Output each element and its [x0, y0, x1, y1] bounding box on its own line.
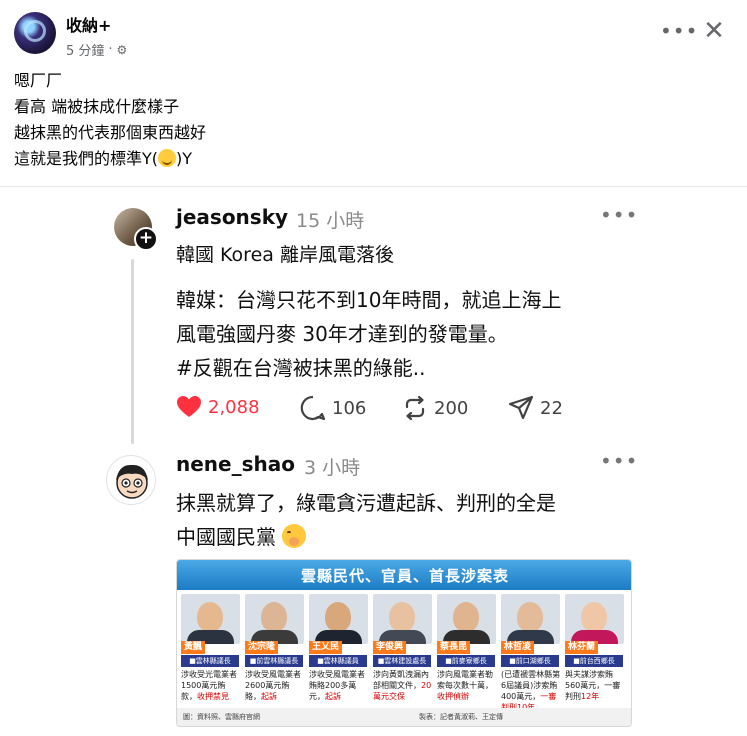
share-icon — [508, 395, 534, 420]
person-desc: 涉收受風電業者2600萬元賄賂，起訴 — [245, 670, 301, 701]
thread-text-line: 風電強國丹麥 30年才達到的發電量。 — [176, 322, 508, 346]
thread-text-line: #反觀在台灣被抹黑的綠能.. — [176, 356, 426, 380]
person-desc: 與夫謀涉索賄560萬元，一審判刑12年 — [565, 670, 621, 701]
person-card: 李俊興 ■雲林建設處長 涉向黃凱洩漏內部相關文件，20萬元交保 — [373, 594, 434, 702]
heart-icon — [177, 396, 201, 417]
thread-connector — [131, 259, 134, 444]
news-credit: 製表：記者黃淑莉、王定傳 — [419, 713, 503, 721]
reply-more-icon: ••• — [600, 449, 639, 473]
person-card: 沈宗隆 ■前雲林縣議長 涉收受風電業者2600萬元賄賂，起訴 — [245, 594, 306, 702]
author-avatar[interactable] — [14, 12, 56, 54]
more-icon[interactable]: ••• — [660, 18, 697, 46]
post-line: 看高 端被抹成什麼樣子 — [14, 97, 180, 116]
hush-emoji-icon — [282, 523, 306, 548]
reply-text-line: 抹黑就算了，綠電貪污遭起訴、判刑的全是 — [176, 491, 556, 515]
person-photo — [309, 594, 368, 644]
threads-screenshot[interactable]: + jeasonsky 15 小時 ••• 韓國 Korea 離岸風電落後 韓媒… — [0, 187, 747, 736]
news-source: 圖：資料照、雲縣府官網 — [183, 713, 260, 721]
reply-text-line: 中國國民黨 — [176, 521, 306, 550]
person-title: ■前台西鄉長 — [565, 655, 623, 667]
person-desc: 涉向風電業者勒索每次數十萬，收押偵辦 — [437, 670, 493, 701]
thread-username: jeasonsky — [176, 205, 289, 229]
thread-actions: 2,088 106 200 22 — [176, 395, 596, 423]
thread-time: 15 小時 — [296, 210, 365, 232]
cartoon-face-icon — [116, 464, 148, 499]
person-title: ■雲林建設處長 — [373, 655, 431, 667]
post-line: 嗯厂厂 — [14, 71, 63, 90]
person-card: 林芬蘭 ■前台西鄉長 與夫謀涉索賄560萬元，一審判刑12年 — [565, 594, 626, 702]
thread-text-line: 韓國 Korea 離岸風電落後 — [176, 244, 394, 266]
repost-icon — [405, 395, 425, 421]
comment-icon — [300, 395, 326, 421]
person-photo — [373, 594, 432, 644]
post-line: 越抹黑的代表那個東西越好 — [14, 123, 207, 142]
news-title: 雲縣民代、官員、首長涉案表 — [300, 567, 509, 585]
person-photo — [245, 594, 304, 644]
person-photo — [437, 594, 496, 644]
person-title: ■前麥寮鄉長 — [437, 655, 495, 667]
reply-avatar — [106, 455, 156, 505]
close-icon[interactable]: ✕ — [698, 16, 730, 48]
person-name: 李俊興 — [373, 641, 407, 654]
reply-count: 106 — [300, 395, 366, 421]
person-name: 蔡長昆 — [437, 641, 471, 654]
person-name: 林哲凌 — [501, 641, 535, 654]
news-footer: 圖：資料照、雲縣府官網 製表：記者黃淑莉、王定傳 — [177, 708, 631, 726]
person-title: ■雲林縣議長 — [181, 655, 239, 667]
person-card: 林哲凌 ■前口湖鄉長 (已遭褫雲林縣第6屆議員)涉索賄400萬元，一審判刑10年 — [501, 594, 562, 712]
person-desc: 涉向黃凱洩漏內部相關文件，20萬元交保 — [373, 670, 432, 701]
person-title: ■前雲林縣議長 — [245, 655, 303, 667]
like-count: 2,088 — [176, 395, 260, 419]
post-meta: 5 分鐘 · ⚙ — [66, 40, 128, 59]
person-title: ■前口湖鄉長 — [501, 655, 559, 667]
post-body: 嗯厂厂 看高 端被抹成什麼樣子 越抹黑的代表那個東西越好 這就是我們的標準Y()… — [14, 68, 734, 172]
person-photo — [181, 594, 240, 644]
person-card: 黃飄 ■雲林縣議長 涉收受光電業者1500萬元賄款，收押禁見 — [181, 594, 242, 702]
thread-text-line: 韓媒：台灣只花不到10年時間，就追上海上 — [176, 288, 562, 312]
share-count: 22 — [508, 395, 563, 421]
person-card: 王乂民 ■雲林縣議員 涉收受風電業者賄賂200多萬元，起訴 — [309, 594, 370, 702]
repost-count: 200 — [402, 395, 468, 421]
person-photo — [565, 594, 624, 644]
post-line-last: 這就是我們的標準Y()Y — [14, 149, 193, 168]
person-name: 沈宗隆 — [245, 641, 279, 654]
gear-icon[interactable]: ⚙ — [117, 43, 128, 57]
person-desc: (已遭褫雲林縣第6屆議員)涉索賄400萬元，一審判刑10年 — [501, 670, 561, 712]
person-name: 黃飄 — [181, 641, 206, 654]
post-header: 收納+ 5 分鐘 · ⚙ ••• ✕ — [0, 0, 747, 64]
person-desc: 涉收受風電業者賄賂200多萬元，起訴 — [309, 670, 365, 701]
smile-emoji-icon — [158, 149, 177, 167]
person-title: ■雲林縣議員 — [309, 655, 367, 667]
author-name[interactable]: 收納+ — [66, 12, 111, 36]
thread-more-icon: ••• — [600, 203, 639, 227]
follow-plus-icon: + — [134, 227, 158, 251]
post-time[interactable]: 5 分鐘 — [66, 40, 104, 59]
reply-username: nene_shao — [176, 452, 295, 476]
news-graphic: 雲縣民代、官員、首長涉案表 黃飄 ■雲林縣議長 涉收受光電業者1500萬元賄款，… — [176, 559, 632, 727]
person-desc: 涉收受光電業者1500萬元賄款，收押禁見 — [181, 670, 237, 701]
person-card: 蔡長昆 ■前麥寮鄉長 涉向風電業者勒索每次數十萬，收押偵辦 — [437, 594, 498, 702]
person-photo — [501, 594, 560, 644]
person-name: 王乂民 — [309, 641, 343, 654]
person-name: 林芬蘭 — [565, 641, 599, 654]
reply-time: 3 小時 — [304, 457, 361, 479]
people-row: 黃飄 ■雲林縣議長 涉收受光電業者1500萬元賄款，收押禁見 沈宗隆 ■前雲林縣… — [181, 594, 629, 712]
